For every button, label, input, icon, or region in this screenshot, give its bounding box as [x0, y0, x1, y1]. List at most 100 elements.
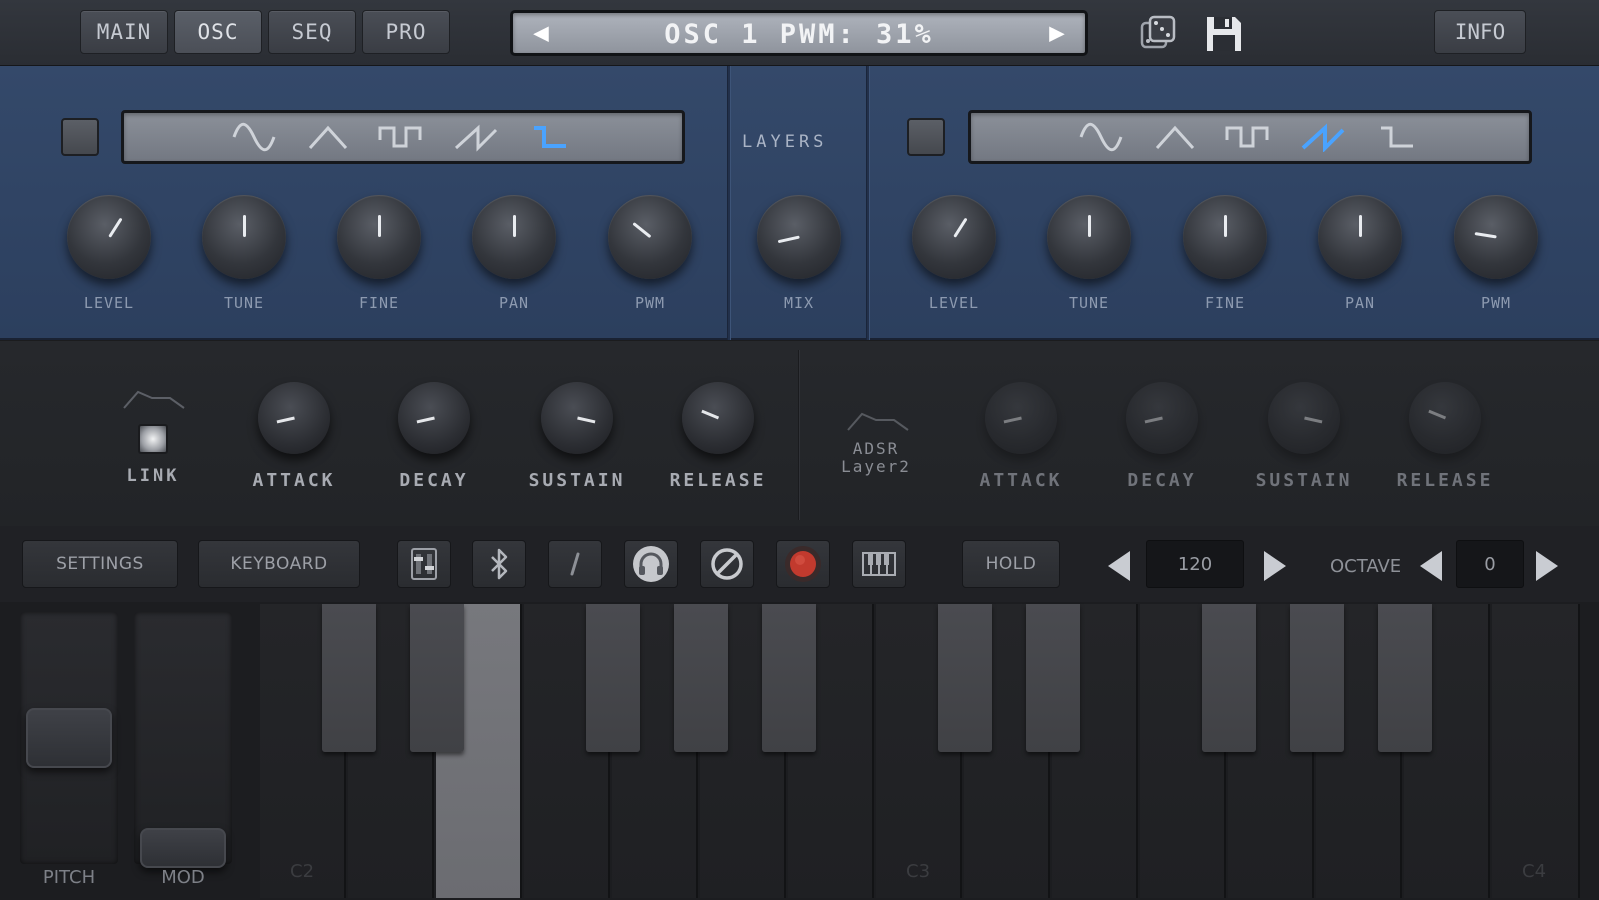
env2-release-knob[interactable] [1409, 382, 1481, 454]
knob-label: RELEASE [669, 470, 767, 491]
knob-label: FINE [1204, 294, 1246, 312]
layers-label: LAYERS [742, 132, 828, 152]
note-label: C2 [290, 861, 315, 882]
tempo-value[interactable]: 120 [1146, 540, 1244, 588]
piano-black-key[interactable] [674, 604, 728, 752]
link-toggle[interactable] [138, 424, 168, 454]
adsr-label-line1: ADSR [852, 439, 900, 458]
octave-down-button[interactable] [1420, 551, 1442, 581]
piano-black-key[interactable] [1290, 604, 1344, 752]
keyboard-button[interactable]: KEYBOARD [198, 540, 360, 588]
pitch-wheel[interactable] [20, 612, 118, 864]
nav-tabs: MAIN OSC SEQ PRO [80, 10, 450, 54]
knob-label: PWM [634, 294, 666, 312]
env2-sustain-knob[interactable] [1268, 382, 1340, 454]
piano-black-key[interactable] [1378, 604, 1432, 752]
osc2-level-knob[interactable] [912, 195, 996, 279]
mod-wheel[interactable] [134, 612, 232, 868]
env2-decay-knob[interactable] [1126, 382, 1198, 454]
piano-black-key[interactable] [1026, 604, 1080, 752]
pitch-label: PITCH [42, 867, 96, 888]
env2-attack-knob[interactable] [985, 382, 1057, 454]
osc2-pwm-knob[interactable] [1454, 195, 1538, 279]
tab-main[interactable]: MAIN [80, 10, 168, 54]
tab-osc[interactable]: OSC [174, 10, 262, 54]
tab-seq[interactable]: SEQ [268, 10, 356, 54]
envelope-shape-icon [123, 390, 185, 409]
info-button[interactable]: INFO [1434, 10, 1526, 54]
tempo-increase-button[interactable] [1264, 551, 1286, 581]
triangle-wave-icon[interactable] [1153, 122, 1197, 152]
knob-label: LEVEL [928, 294, 980, 312]
sine-wave-icon[interactable] [1079, 122, 1123, 152]
pulse-wave-icon[interactable] [1375, 122, 1419, 152]
saw-wave-icon[interactable] [1301, 122, 1345, 152]
env1-attack-knob[interactable] [258, 382, 330, 454]
knob-label: FINE [358, 294, 400, 312]
hold-button[interactable]: HOLD [962, 540, 1060, 588]
knob-label: DECAY [399, 470, 469, 491]
octave-label: OCTAVE [1330, 556, 1402, 577]
save-icon[interactable] [1203, 13, 1245, 55]
osc1-level-knob[interactable] [67, 195, 151, 279]
sine-wave-icon[interactable] [232, 122, 276, 152]
headphones-icon[interactable] [624, 540, 678, 588]
piano-black-key[interactable] [586, 604, 640, 752]
osc2-enable-toggle[interactable] [907, 118, 945, 156]
piano-icon[interactable] [852, 540, 906, 588]
disable-icon[interactable] [700, 540, 754, 588]
pulse-wave-icon[interactable] [528, 122, 572, 152]
square-wave-icon[interactable] [378, 122, 422, 152]
display-next-button[interactable]: ▶ [1037, 13, 1077, 53]
triangle-wave-icon[interactable] [306, 122, 350, 152]
osc1-fine-knob[interactable] [337, 195, 421, 279]
octave-up-button[interactable] [1536, 551, 1558, 581]
osc2-fine-knob[interactable] [1183, 195, 1267, 279]
env1-release-knob[interactable] [682, 382, 754, 454]
mod-label: MOD [161, 867, 205, 888]
knob-label: RELEASE [1396, 470, 1494, 491]
piano-black-key[interactable] [938, 604, 992, 752]
divider [866, 66, 870, 340]
osc1-wave-selector [121, 110, 685, 164]
knob-label: PAN [1344, 294, 1376, 312]
env1-sustain-knob[interactable] [541, 382, 613, 454]
note-label: C4 [1522, 861, 1547, 882]
layers-mix-knob[interactable] [757, 195, 841, 279]
osc2-tune-knob[interactable] [1047, 195, 1131, 279]
tempo-decrease-button[interactable] [1108, 551, 1130, 581]
piano-key[interactable]: C4 [1492, 604, 1580, 898]
osc1-tune-knob[interactable] [202, 195, 286, 279]
pitch-wheel-thumb[interactable] [26, 708, 112, 768]
mod-wheel-thumb[interactable] [140, 828, 226, 868]
display-text: OSC 1 PWM: 31% [664, 19, 934, 50]
piano-black-key[interactable] [410, 604, 464, 752]
knob-label: LEVEL [83, 294, 135, 312]
piano-black-key[interactable] [1202, 604, 1256, 752]
piano-black-key[interactable] [762, 604, 816, 752]
osc2-wave-selector [968, 110, 1532, 164]
record-icon[interactable] [776, 540, 830, 588]
osc1-pan-knob[interactable] [472, 195, 556, 279]
piano-black-key[interactable] [322, 604, 376, 752]
knob-label: TUNE [1068, 294, 1110, 312]
saw-wave-icon[interactable] [454, 122, 498, 152]
knob-label: SUSTAIN [1255, 470, 1353, 491]
knob-label: DECAY [1127, 470, 1197, 491]
mixer-icon[interactable] [397, 540, 451, 588]
osc1-pwm-knob[interactable] [608, 195, 692, 279]
square-wave-icon[interactable] [1225, 122, 1269, 152]
tab-pro[interactable]: PRO [362, 10, 450, 54]
dice-icon[interactable] [1138, 13, 1178, 53]
bluetooth-icon[interactable] [472, 540, 526, 588]
osc1-enable-toggle[interactable] [61, 118, 99, 156]
env1-decay-knob[interactable] [398, 382, 470, 454]
slash-icon[interactable] [548, 540, 602, 588]
envelope-shape-icon [847, 412, 909, 431]
settings-button[interactable]: SETTINGS [22, 540, 178, 588]
parameter-display: ◀ OSC 1 PWM: 31% ▶ [510, 10, 1088, 56]
piano-keyboard: C2 C3 C4 [260, 604, 1580, 898]
osc2-pan-knob[interactable] [1318, 195, 1402, 279]
knob-label: PWM [1480, 294, 1512, 312]
knob-label: PAN [498, 294, 530, 312]
